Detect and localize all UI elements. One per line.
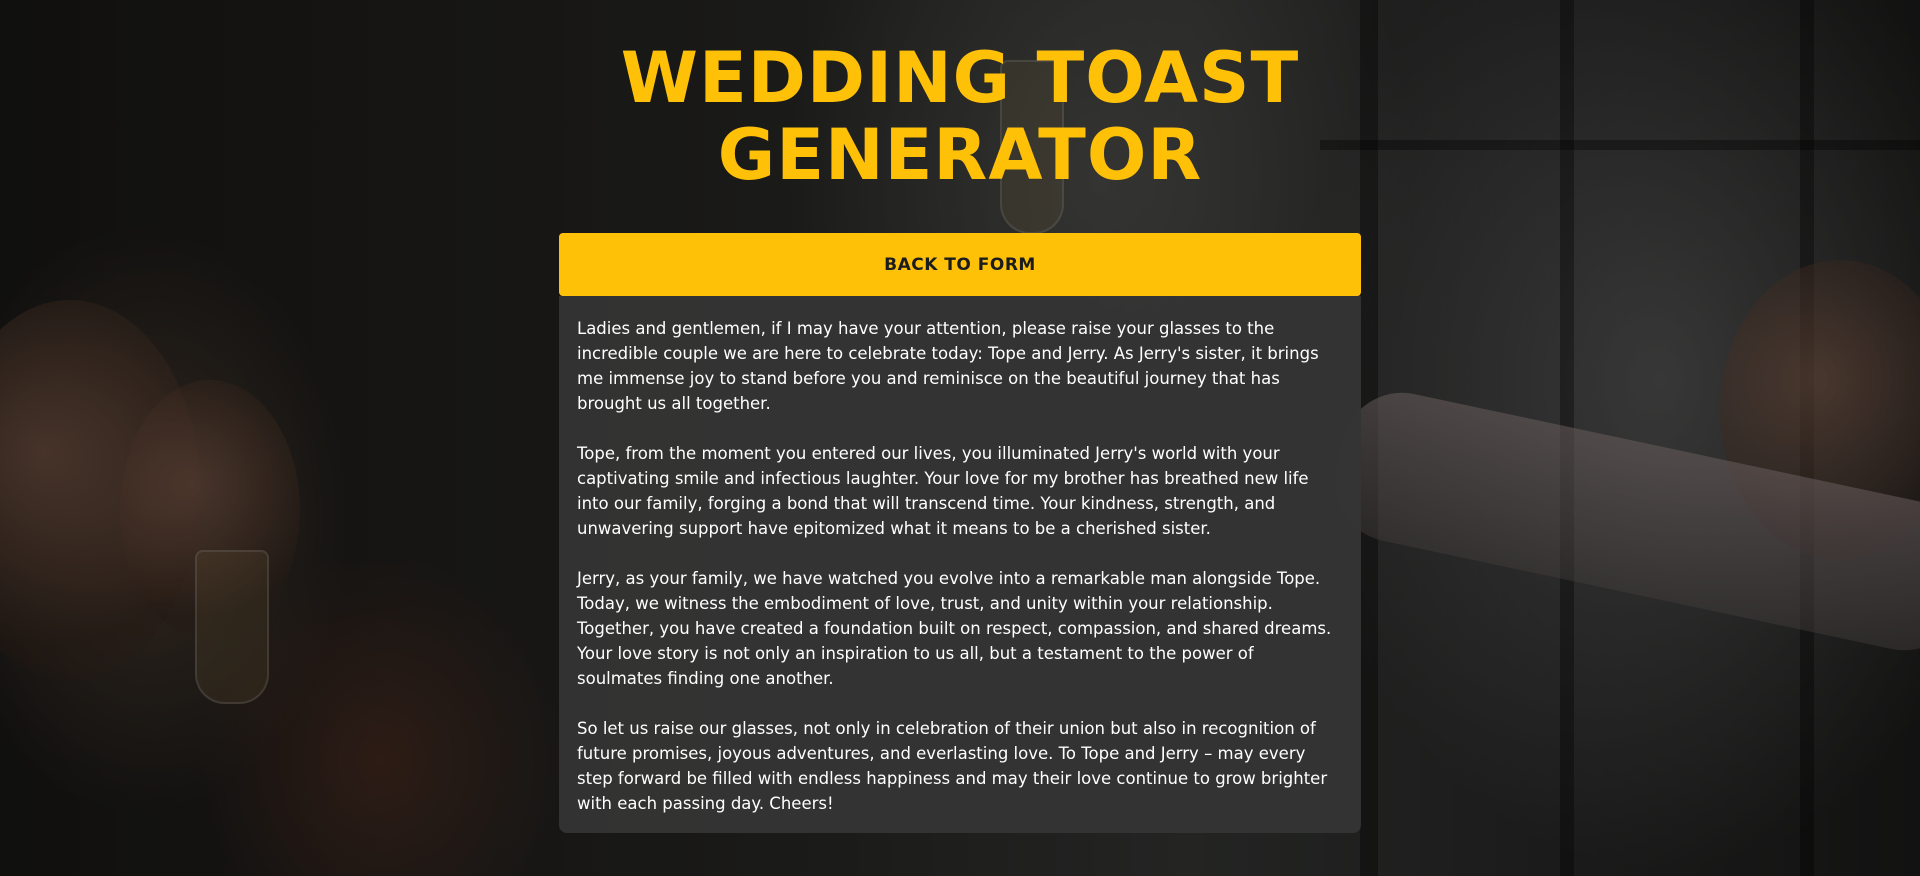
page-title-line-1: WEDDING TOAST <box>620 37 1300 119</box>
toast-paragraph: Ladies and gentlemen, if I may have your… <box>577 319 1319 413</box>
toast-paragraph: So let us raise our glasses, not only in… <box>577 719 1328 813</box>
page-title-line-2: GENERATOR <box>717 114 1203 196</box>
toast-text-panel: Ladies and gentlemen, if I may have your… <box>559 296 1361 833</box>
toast-paragraph: Tope, from the moment you entered our li… <box>577 444 1309 538</box>
back-to-form-button[interactable]: BACK TO FORM <box>559 233 1361 296</box>
main-content: WEDDING TOAST GENERATOR BACK TO FORM Lad… <box>0 0 1920 876</box>
page-title: WEDDING TOAST GENERATOR <box>560 40 1360 194</box>
toast-paragraph: Jerry, as your family, we have watched y… <box>577 569 1332 688</box>
